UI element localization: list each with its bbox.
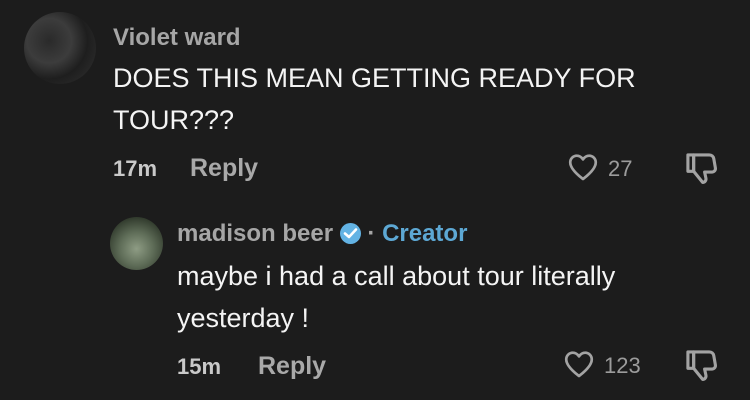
avatar[interactable] [24, 12, 96, 84]
comment-text-line: maybe i had a call about tour literally [177, 261, 616, 291]
heart-outline-icon[interactable] [566, 150, 600, 184]
reply-button[interactable]: Reply [190, 154, 258, 183]
separator-dot: · [367, 220, 376, 247]
like-count: 27 [608, 156, 633, 181]
reply-button[interactable]: Reply [258, 352, 326, 381]
thumbs-down-icon[interactable] [681, 347, 721, 383]
comment-text-line: yesterday ! [177, 303, 310, 333]
heart-outline-icon[interactable] [562, 347, 596, 381]
comment-timestamp: 17m [113, 156, 158, 181]
comment-timestamp: 15m [177, 354, 222, 379]
comment-username[interactable]: madison beer [177, 220, 333, 247]
like-count: 123 [604, 353, 641, 378]
comment-text-line: TOUR??? [113, 105, 235, 135]
avatar[interactable] [110, 217, 163, 270]
creator-label: Creator [382, 220, 468, 247]
comment-text: maybe i had a call about tour literally … [177, 255, 615, 339]
thumbs-down-icon[interactable] [681, 150, 721, 186]
verified-check-icon [339, 223, 361, 244]
comment-text: DOES THIS MEAN GETTING READY FOR TOUR??? [113, 57, 636, 141]
comment-text-line: DOES THIS MEAN GETTING READY FOR [113, 63, 636, 93]
comment-username[interactable]: Violet ward [113, 26, 241, 50]
comment-header: madison beer · Creator [177, 222, 467, 246]
